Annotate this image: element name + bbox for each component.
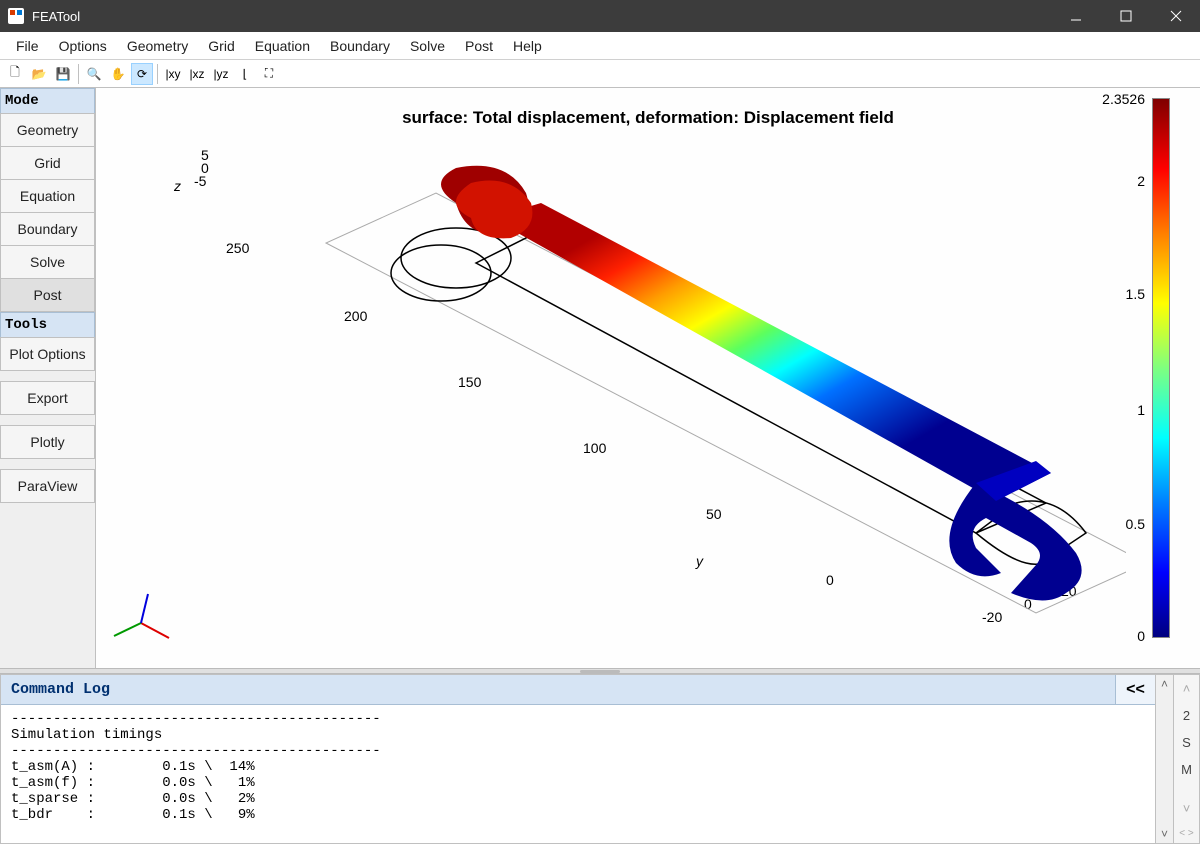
- mini-side-panel: ˄ 2 S M ˅ < >: [1174, 674, 1200, 844]
- mini-item[interactable]: M: [1181, 762, 1192, 777]
- mode-solve-button[interactable]: Solve: [0, 245, 95, 279]
- pan-button[interactable]: ✋: [107, 63, 129, 85]
- colorbar-tick: 1: [1137, 402, 1145, 418]
- tools-header: Tools: [0, 312, 95, 338]
- menu-post[interactable]: Post: [455, 34, 503, 58]
- scroll-down-icon[interactable]: ˅: [1161, 827, 1168, 841]
- mini-left-icon[interactable]: < >: [1179, 828, 1193, 839]
- side-panel: Mode GeometryGridEquationBoundarySolvePo…: [0, 88, 96, 668]
- menu-solve[interactable]: Solve: [400, 34, 455, 58]
- plot-title: surface: Total displacement, deformation…: [402, 108, 894, 128]
- y-tick: 250: [226, 240, 249, 256]
- mode-grid-button[interactable]: Grid: [0, 146, 95, 180]
- open-file-button[interactable]: 📂: [28, 63, 50, 85]
- fit-view-button[interactable]: ⛶: [258, 63, 280, 85]
- tool-export-button[interactable]: Export: [0, 381, 95, 415]
- menu-file[interactable]: File: [6, 34, 49, 58]
- tool-plot-options-button[interactable]: Plot Options: [0, 337, 95, 371]
- 3d-view-button[interactable]: ⌊: [234, 63, 256, 85]
- menu-bar: FileOptionsGeometryGridEquationBoundaryS…: [0, 32, 1200, 60]
- orientation-triad-icon: [106, 588, 176, 648]
- menu-help[interactable]: Help: [503, 34, 552, 58]
- tool-plotly-button[interactable]: Plotly: [0, 425, 95, 459]
- new-file-button[interactable]: 🗋: [4, 63, 26, 85]
- colorbar-tick: 1.5: [1126, 286, 1145, 302]
- colorbar-tick: 2.3526: [1102, 91, 1145, 107]
- z-axis-label: z: [174, 178, 181, 194]
- app-logo-icon: [8, 8, 24, 24]
- plot-viewport[interactable]: surface: Total displacement, deformation…: [96, 88, 1200, 668]
- command-log-title: Command Log: [1, 675, 1115, 704]
- title-bar: FEATool: [0, 0, 1200, 32]
- colorbar-tick: 0: [1137, 628, 1145, 644]
- collapse-log-button[interactable]: <<: [1115, 675, 1155, 704]
- menu-geometry[interactable]: Geometry: [117, 34, 198, 58]
- command-log-panel: Command Log << -------------------------…: [0, 674, 1156, 844]
- window-title: FEATool: [32, 9, 1060, 24]
- minimize-button[interactable]: [1060, 0, 1092, 32]
- xy-view-button[interactable]: |xy: [162, 63, 184, 85]
- mini-item[interactable]: 2: [1183, 708, 1190, 723]
- toolbar: 🗋📂💾 🔍✋⟳ |xy|xz|yz⌊⛶: [0, 60, 1200, 88]
- colorbar-tick: 0.5: [1126, 516, 1145, 532]
- mini-down-icon[interactable]: ˅: [1183, 801, 1191, 816]
- mode-header: Mode: [0, 88, 95, 114]
- mini-item[interactable]: S: [1182, 735, 1191, 750]
- maximize-button[interactable]: [1110, 0, 1142, 32]
- mode-post-button[interactable]: Post: [0, 278, 95, 312]
- z-tick: -5: [194, 173, 206, 189]
- save-file-button[interactable]: 💾: [52, 63, 74, 85]
- menu-grid[interactable]: Grid: [198, 34, 244, 58]
- mode-equation-button[interactable]: Equation: [0, 179, 95, 213]
- close-button[interactable]: [1160, 0, 1192, 32]
- colorbar: [1152, 98, 1170, 638]
- wrench-3d-plot: [276, 133, 1126, 668]
- xz-view-button[interactable]: |xz: [186, 63, 208, 85]
- log-scrollbar[interactable]: ˄ ˅: [1156, 674, 1174, 844]
- tool-paraview-button[interactable]: ParaView: [0, 469, 95, 503]
- menu-boundary[interactable]: Boundary: [320, 34, 400, 58]
- command-log-body[interactable]: ----------------------------------------…: [1, 705, 1155, 843]
- zoom-button[interactable]: 🔍: [83, 63, 105, 85]
- mode-geometry-button[interactable]: Geometry: [0, 113, 95, 147]
- menu-options[interactable]: Options: [49, 34, 117, 58]
- rotate-button[interactable]: ⟳: [131, 63, 153, 85]
- mini-up-icon[interactable]: ˄: [1183, 681, 1191, 696]
- mode-boundary-button[interactable]: Boundary: [0, 212, 95, 246]
- scroll-up-icon[interactable]: ˄: [1161, 677, 1168, 691]
- colorbar-tick: 2: [1137, 173, 1145, 189]
- menu-equation[interactable]: Equation: [245, 34, 320, 58]
- yz-view-button[interactable]: |yz: [210, 63, 232, 85]
